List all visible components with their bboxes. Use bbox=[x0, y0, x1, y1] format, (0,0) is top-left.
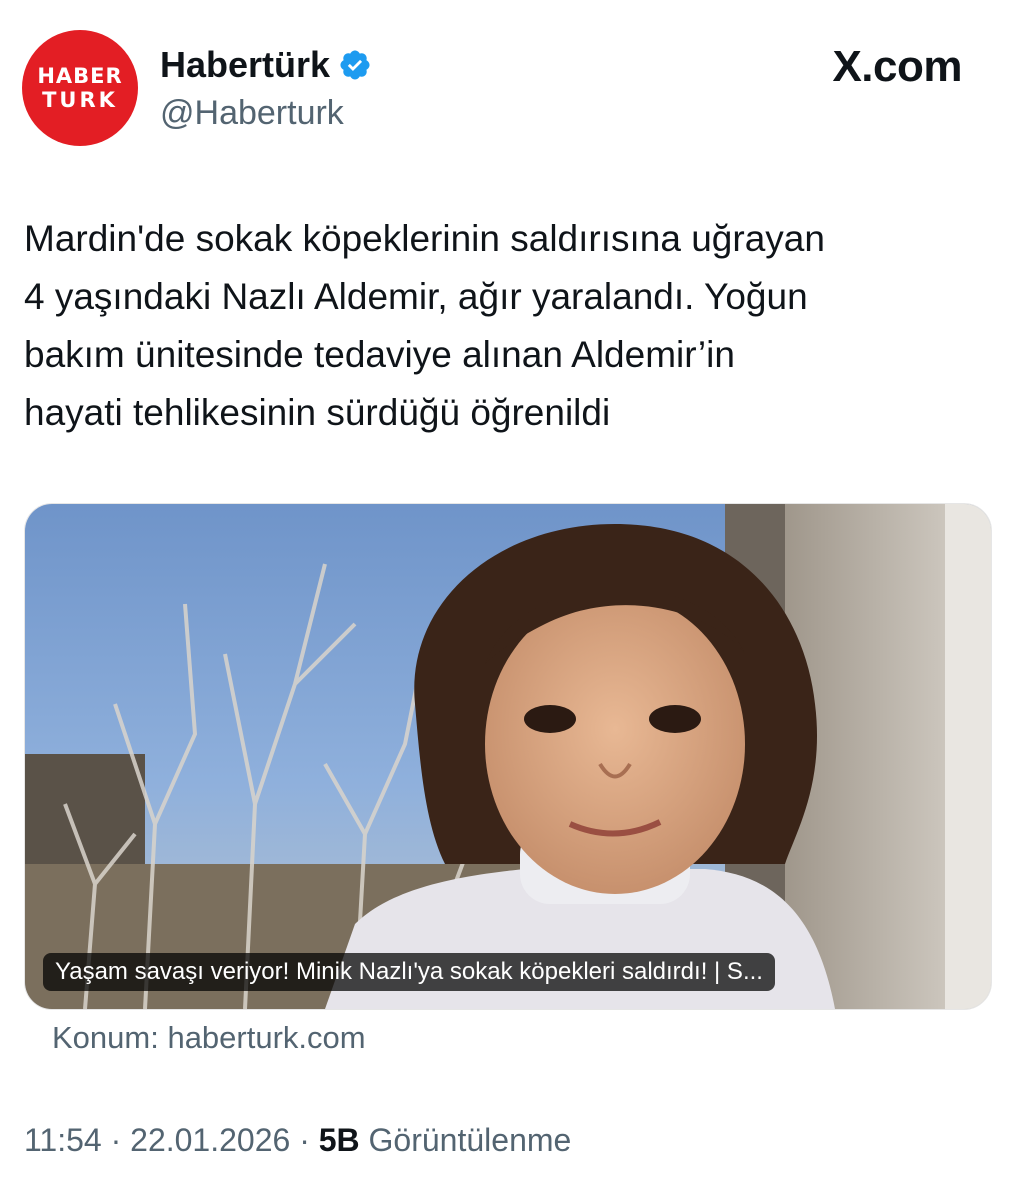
account-handle[interactable]: @Haberturk bbox=[160, 94, 344, 133]
avatar-logo-line1: HABER bbox=[37, 63, 123, 88]
link-card-title: Yaşam savaşı veriyor! Minik Nazlı'ya sok… bbox=[43, 953, 775, 991]
account-name[interactable]: Habertürk bbox=[160, 44, 330, 86]
tweet-line: bakım ünitesinde tedaviye alınan Aldemir… bbox=[24, 334, 735, 375]
tweet-time[interactable]: 11:54 bbox=[24, 1122, 102, 1158]
tweet-line: 4 yaşındaki Nazlı Aldemir, ağır yaraland… bbox=[24, 276, 808, 317]
avatar-logo-line2: TURK bbox=[42, 87, 118, 112]
link-source[interactable]: Konum: haberturk.com bbox=[52, 1020, 366, 1056]
meta-separator: · bbox=[110, 1122, 131, 1158]
link-card-media[interactable]: Yaşam savaşı veriyor! Minik Nazlı'ya sok… bbox=[24, 503, 992, 1010]
tweet-line: Mardin'de sokak köpeklerinin saldırısına… bbox=[24, 218, 825, 259]
tweet-text: Mardin'de sokak köpeklerinin saldırısına… bbox=[24, 210, 994, 442]
news-photo bbox=[25, 504, 991, 1009]
tweet-meta: 11:54 · 22.01.2026 · 5B Görüntülenme bbox=[24, 1122, 571, 1159]
tweet-date[interactable]: 22.01.2026 bbox=[130, 1122, 290, 1158]
xcom-brand: X.com bbox=[832, 42, 962, 91]
account-avatar[interactable]: HABER TURK bbox=[22, 30, 138, 146]
views-label: Görüntülenme bbox=[368, 1122, 572, 1158]
verified-badge-icon bbox=[340, 50, 370, 80]
account-name-row: Habertürk bbox=[160, 44, 372, 86]
tweet-line: hayati tehlikesinin sürdüğü öğrenildi bbox=[24, 392, 611, 433]
view-count: 5B bbox=[318, 1122, 360, 1158]
meta-separator: · bbox=[299, 1122, 319, 1158]
